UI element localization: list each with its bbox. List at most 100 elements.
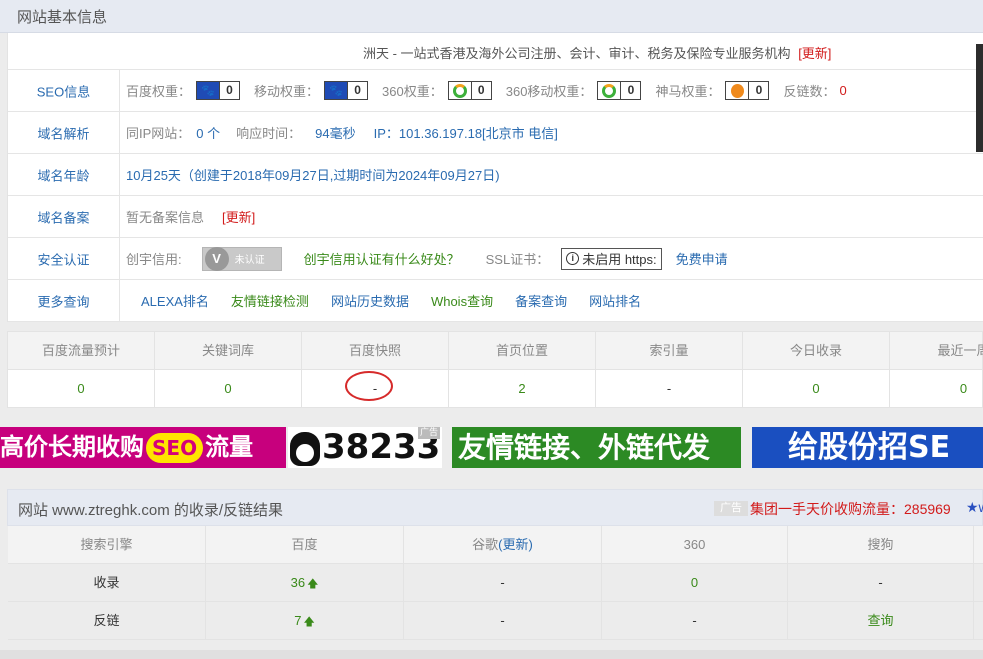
column-header: 360 <box>602 526 788 564</box>
stats-value: 0 <box>8 370 155 408</box>
response-time-label: 响应时间： <box>236 126 302 141</box>
icp-row: 域名备案 暂无备案信息 [更新] <box>8 196 983 238</box>
stats-header: 首页位置 <box>449 332 596 370</box>
domain-age-row: 域名年龄 10月25天（创建于2018年09月27日,过期时间为2024年09月… <box>8 154 983 196</box>
whois-link[interactable]: Whois查询 <box>431 291 493 310</box>
ad-banner-strip: 高价长期收购SEO流量 3823355广告 友情链接、外链代发 给股份招SE <box>0 427 983 468</box>
sogou-query-link[interactable]: 查询 <box>788 602 974 640</box>
column-header: 搜索引擎 <box>8 526 206 564</box>
more-row: 更多查询 ALEXA排名 友情链接检测 网站历史数据 Whois查询 备案查询 … <box>8 280 983 322</box>
shenma-weight-label: 神马权重： <box>655 84 721 99</box>
domain-age-text: 10月25天（创建于2018年09月27日,过期时间为2024年09月27日) <box>126 168 500 183</box>
stats-header: 最近一周 <box>937 343 983 358</box>
domain-age-values: 10月25天（创建于2018年09月27日,过期时间为2024年09月27日) <box>126 154 500 195</box>
backlinks-label: 反链数： <box>783 84 836 99</box>
seo-row: SEO信息 百度权重： 🐾 0 移动权重： 🐾 0 360权重： 0 360移动权重… <box>8 70 983 112</box>
security-row: 安全认证 创宇信用: V 未认证 创宇信用认证有什么好处？ SSL证书： i 未启用… <box>8 238 983 280</box>
stats-header: 索引量 <box>596 332 743 370</box>
ip-link[interactable]: IP：101.36.197.18[北京市 电信] <box>374 123 558 142</box>
stats-header: 今日收录 <box>743 332 890 370</box>
360-mobile-weight-label: 360移动权重： <box>505 84 593 99</box>
table-row: 收录 36 🡅 - 0 - <box>8 564 983 602</box>
icp-update-link[interactable]: [更新] <box>222 207 255 226</box>
column-header: 搜狗 <box>788 526 974 564</box>
ad-qq-contact[interactable]: 3823355广告 <box>288 427 442 468</box>
panel-title: 网站 www.ztreghk.com 的收录/反链结果 <box>18 502 284 519</box>
same-ip-link[interactable]: 0 个 <box>196 123 220 142</box>
shenma-weight-badge[interactable]: 0 <box>725 81 770 100</box>
history-data-link[interactable]: 网站历史数据 <box>331 291 409 310</box>
info-icon: i <box>566 252 580 265</box>
update-description-link[interactable]: [更新] <box>798 46 831 61</box>
column-header-google: 谷歌(更新) <box>404 526 602 564</box>
google-update-link[interactable]: (更新) <box>498 537 533 552</box>
paw-icon: 🐾 <box>325 82 348 99</box>
red-circle-annotation <box>345 371 393 401</box>
star-link[interactable]: ★w <box>966 499 983 516</box>
response-time-value: 94毫秒 <box>315 126 356 141</box>
baidu-weight-badge[interactable]: 🐾 0 <box>196 81 241 100</box>
verified-v-icon: V <box>204 246 229 271</box>
stats-header: 关键词库 <box>155 332 302 370</box>
360-icon <box>448 82 471 99</box>
chuangyu-info-link[interactable]: 创宇信用认证有什么好处？ <box>304 249 460 268</box>
stats-value[interactable]: 2 <box>449 370 596 408</box>
stats-header: 百度快照 <box>302 332 449 370</box>
dns-label: 域名解析 <box>8 112 120 153</box>
baidu-index-cell[interactable]: 36 🡅 <box>206 564 404 602</box>
panel-header-basic-info: 网站基本信息 <box>0 0 983 33</box>
alexa-link[interactable]: ALEXA排名 <box>141 291 209 310</box>
more-label: 更多查询 <box>8 280 120 321</box>
google-index-cell: - <box>404 564 602 602</box>
panel-title: 网站基本信息 <box>17 9 108 26</box>
dns-row: 域名解析 同IP网站： 0 个 响应时间： 94毫秒 IP：101.36.197… <box>8 112 983 154</box>
security-label: 安全认证 <box>8 238 120 279</box>
seo-values: 百度权重： 🐾 0 移动权重： 🐾 0 360权重： 0 360移动权重： 0 神马… <box>126 70 847 111</box>
site-description: 洲天 - 一站式香港及海外公司注册、会计、审计、税务及保险专业服务机构 <box>363 46 791 61</box>
icp-label: 域名备案 <box>8 196 120 237</box>
row-label: 收录 <box>8 564 206 602</box>
row-label: 反链 <box>8 602 206 640</box>
basic-info-table: 洲天 - 一站式香港及海外公司注册、会计、审计、税务及保险专业服务机构 [更新]… <box>7 33 983 322</box>
google-backlink-cell: - <box>404 602 602 640</box>
ad-equity[interactable]: 给股份招SE <box>752 427 983 468</box>
column-header: 百度 <box>206 526 404 564</box>
ad-tag: 广告 <box>417 427 440 439</box>
stats-value[interactable]: 0 <box>890 370 983 408</box>
bottom-divider <box>0 650 983 659</box>
stats-value: - <box>596 370 743 408</box>
more-links: ALEXA排名 友情链接检测 网站历史数据 Whois查询 备案查询 网站排名 <box>141 280 663 321</box>
ssl-apply-link[interactable]: 免费申请 <box>676 249 728 268</box>
chuangyu-badge[interactable]: V 未认证 <box>201 246 282 271</box>
stats-value[interactable]: 0 <box>743 370 890 408</box>
paw-icon: 🐾 <box>197 82 220 99</box>
security-values: 创宇信用: V 未认证 创宇信用认证有什么好处？ SSL证书： i 未启用 http… <box>126 238 728 279</box>
stats-value[interactable]: 0 <box>155 370 302 408</box>
qq-penguin-icon <box>290 431 320 466</box>
360-weight-label: 360权重： <box>382 84 443 99</box>
ad-text-link[interactable]: 集团一手天价收购流量：285969 <box>750 499 951 519</box>
360-mobile-weight-badge[interactable]: 0 <box>597 81 642 100</box>
stats-header: 百度流量预计 <box>8 332 155 370</box>
chuangyu-label: 创宇信用: <box>126 252 182 267</box>
table-header-row: 搜索引擎 百度 谷歌(更新) 360 搜狗 <box>8 526 983 564</box>
icp-values: 暂无备案信息 [更新] <box>126 196 255 237</box>
side-widget-edge <box>976 44 983 152</box>
friendlink-check-link[interactable]: 友情链接检测 <box>231 291 309 310</box>
arrow-up-icon: 🡅 <box>303 616 315 628</box>
360-icon <box>598 82 621 99</box>
baidu-backlink-cell[interactable]: 7 🡅 <box>206 602 404 640</box>
dns-values: 同IP网站： 0 个 响应时间： 94毫秒 IP：101.36.197.18[北… <box>126 112 558 153</box>
arrow-up-icon: 🡅 <box>307 578 319 590</box>
mobile-weight-badge[interactable]: 🐾 0 <box>324 81 369 100</box>
360-index-cell[interactable]: 0 <box>602 564 788 602</box>
icp-query-link[interactable]: 备案查询 <box>515 291 567 310</box>
ad-seo-traffic[interactable]: 高价长期收购 SEO 流量 <box>0 427 286 468</box>
360-weight-badge[interactable]: 0 <box>447 81 492 100</box>
site-rank-link[interactable]: 网站排名 <box>589 291 641 310</box>
baidu-weight-label: 百度权重： <box>126 84 192 99</box>
ad-friendlinks[interactable]: 友情链接、外链代发 <box>452 427 741 468</box>
backlinks-value: 0 <box>839 83 847 98</box>
panel-header-index-results: 网站 www.ztreghk.com 的收录/反链结果 广告 集团一手天价收购流… <box>7 489 983 526</box>
mobile-weight-label: 移动权重： <box>254 84 320 99</box>
